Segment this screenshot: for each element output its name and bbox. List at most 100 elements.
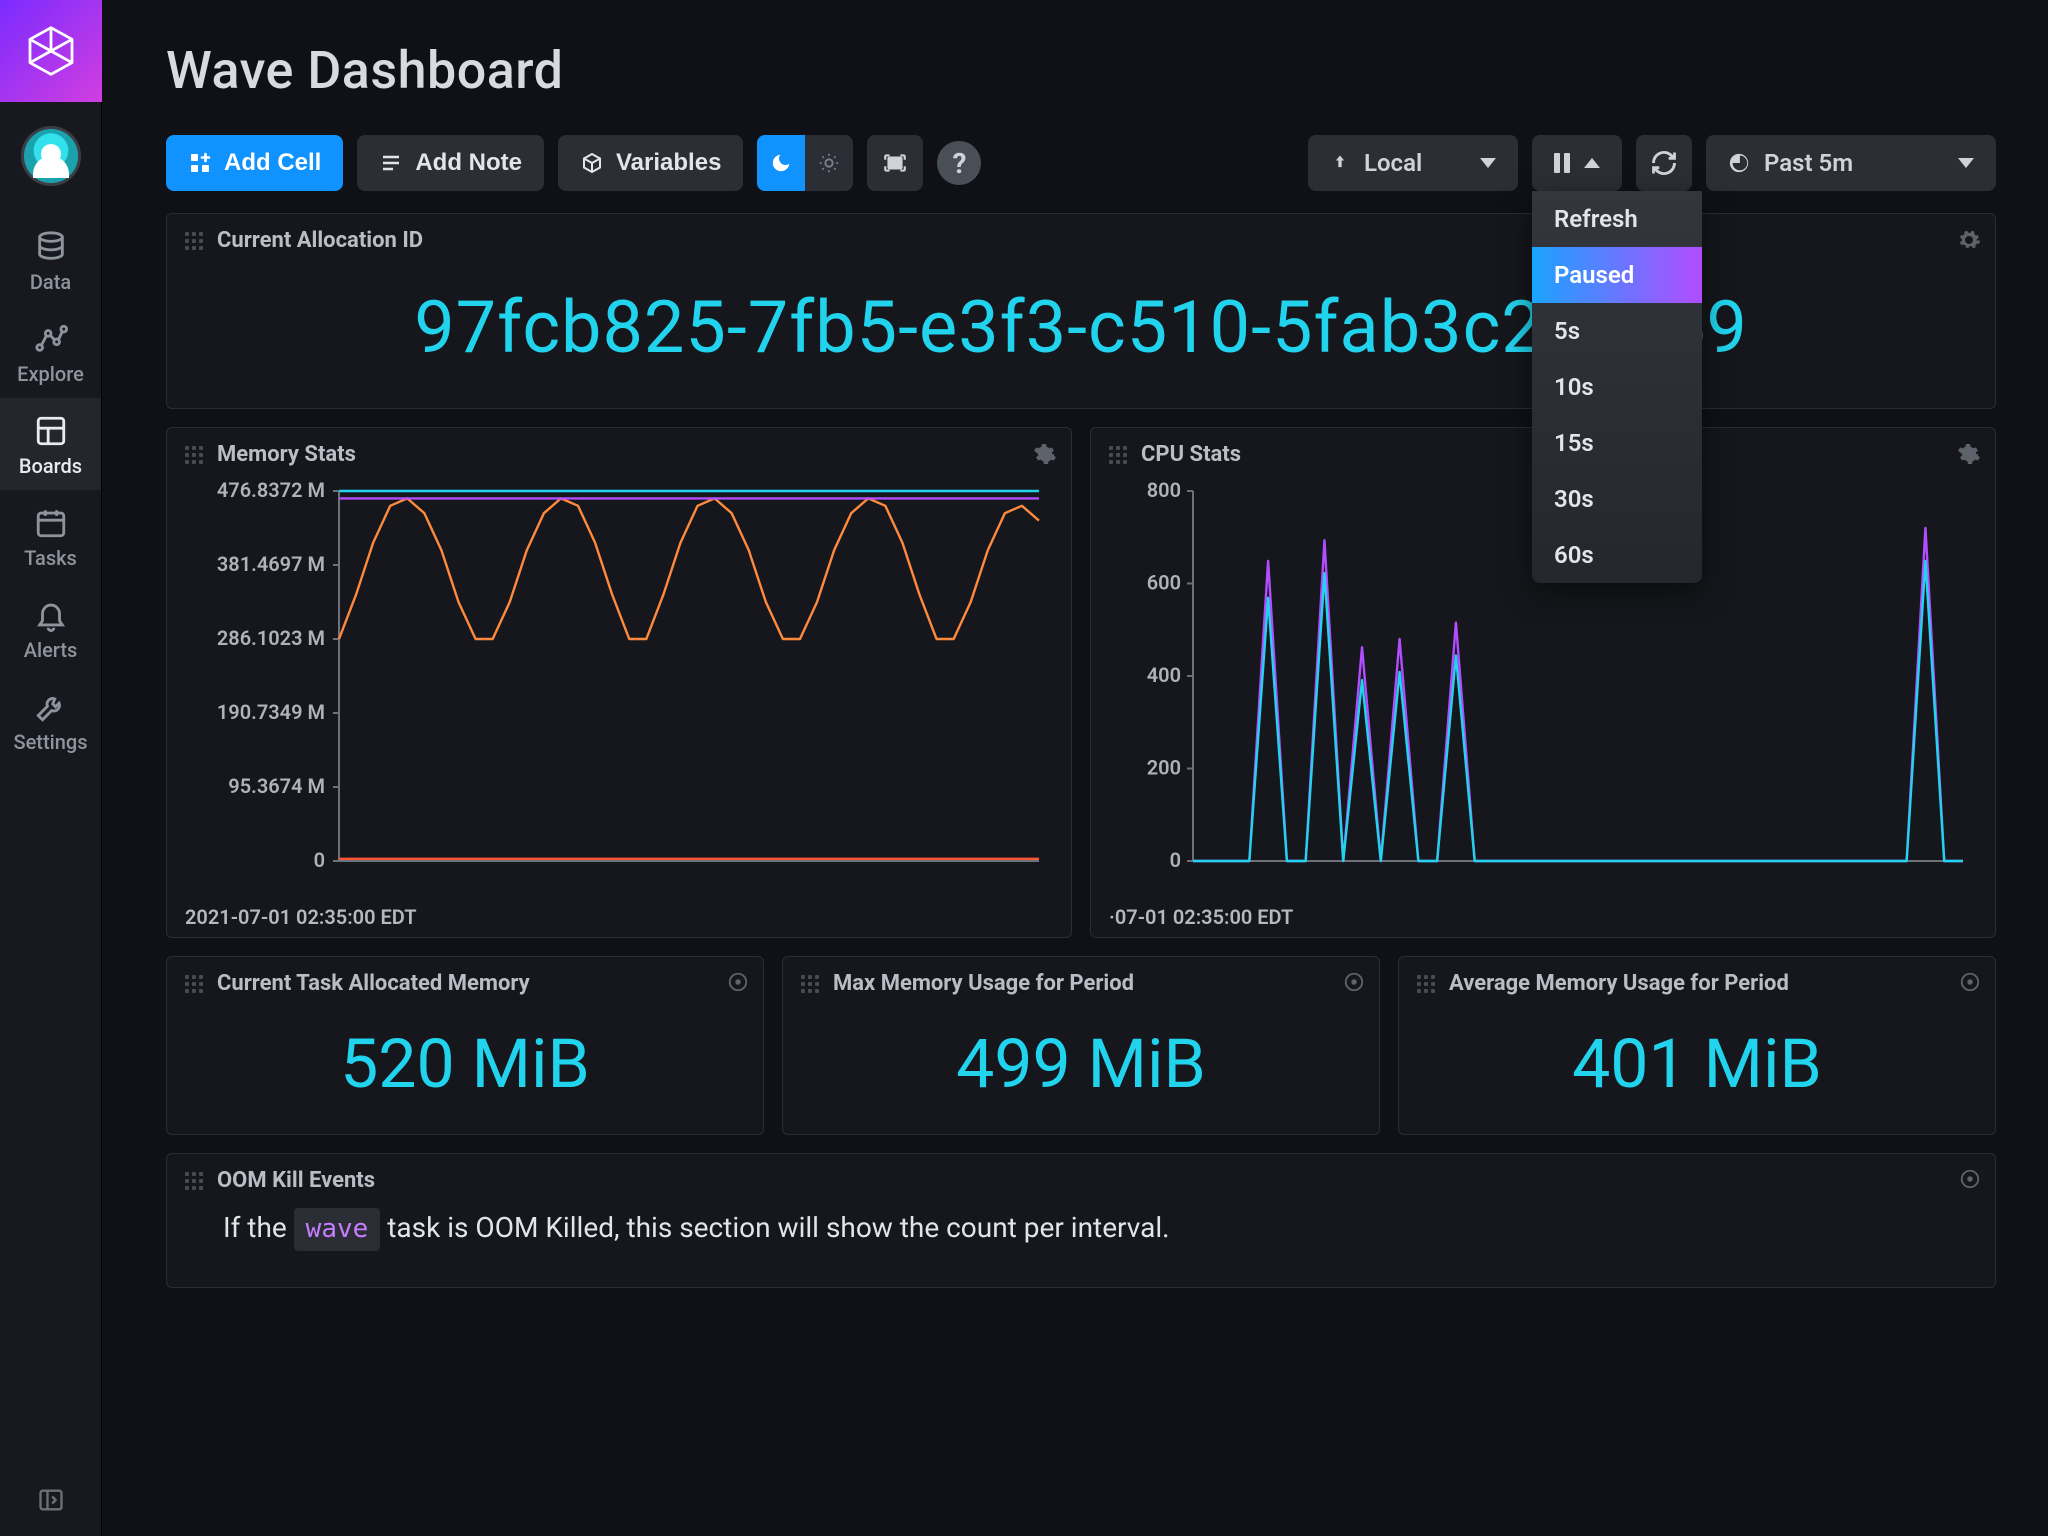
svg-text:200: 200 xyxy=(1147,756,1181,780)
app-logo[interactable] xyxy=(0,0,102,102)
refresh-interval-select[interactable] xyxy=(1532,135,1622,191)
select-label: Past 5m xyxy=(1764,149,1853,177)
theme-light-button[interactable] xyxy=(805,135,853,191)
sidebar-item-alerts[interactable]: Alerts xyxy=(0,582,101,674)
button-label: Add Note xyxy=(415,149,522,177)
panel-title: Current Allocation ID xyxy=(217,228,423,253)
oom-note-body: If the wave task is OOM Killed, this sec… xyxy=(167,1207,1995,1287)
moon-icon xyxy=(770,152,792,174)
upload-icon xyxy=(1330,153,1350,173)
panel-settings-button[interactable] xyxy=(1959,1168,1981,1194)
add-note-button[interactable]: Add Note xyxy=(357,135,544,191)
theme-toggle xyxy=(757,135,853,191)
sidebar-item-label: Explore xyxy=(17,362,84,386)
gear-icon xyxy=(1959,971,1981,993)
graph-icon xyxy=(34,322,68,356)
time-range-select[interactable]: Past 5m xyxy=(1706,135,1996,191)
drag-handle-icon[interactable] xyxy=(801,975,819,993)
dropdown-item-10s[interactable]: 10s xyxy=(1532,359,1702,415)
drag-handle-icon[interactable] xyxy=(185,975,203,993)
variables-button[interactable]: Variables xyxy=(558,135,743,191)
panel-settings-button[interactable] xyxy=(727,971,749,997)
help-button[interactable]: ? xyxy=(937,141,981,185)
sidebar-item-label: Tasks xyxy=(24,546,77,570)
dropdown-item-30s[interactable]: 30s xyxy=(1532,471,1702,527)
sidebar: Data Explore Boards Tasks xyxy=(0,0,102,1536)
chevron-up-icon xyxy=(1584,158,1600,168)
sidebar-item-explore[interactable]: Explore xyxy=(0,306,101,398)
add-cell-button[interactable]: Add Cell xyxy=(166,135,343,191)
panel-oom-events: OOM Kill Events If the wave task is OOM … xyxy=(166,1153,1996,1288)
sidebar-item-boards[interactable]: Boards xyxy=(0,398,101,490)
dropdown-item-60s[interactable]: 60s xyxy=(1532,527,1702,583)
button-label: Add Cell xyxy=(224,149,321,177)
panel-allocation-id: Current Allocation ID 97fcb825-7fb5-e3f3… xyxy=(166,213,1996,409)
sun-icon xyxy=(818,152,840,174)
panel-memory-stats: Memory Stats 095.3674 M190.7349 M286.102… xyxy=(166,427,1072,938)
drag-handle-icon[interactable] xyxy=(1109,446,1127,464)
note-text: If the xyxy=(223,1211,294,1244)
chevron-down-icon xyxy=(1480,158,1496,168)
panel-settings-button[interactable] xyxy=(1959,971,1981,997)
svg-text:0: 0 xyxy=(1170,848,1181,872)
sidebar-item-tasks[interactable]: Tasks xyxy=(0,490,101,582)
sidebar-item-label: Settings xyxy=(13,730,87,754)
button-label: Variables xyxy=(616,149,721,177)
dropdown-item-5s[interactable]: 5s xyxy=(1532,303,1702,359)
panel-settings-button[interactable] xyxy=(1957,442,1981,470)
gear-icon xyxy=(1957,442,1981,466)
stat-value: 520 MiB xyxy=(167,1010,763,1134)
drag-handle-icon[interactable] xyxy=(1417,975,1435,993)
panel-settings-button[interactable] xyxy=(1343,971,1365,997)
stat-value: 499 MiB xyxy=(783,1010,1379,1134)
drag-handle-icon[interactable] xyxy=(185,1172,203,1190)
sidebar-item-settings[interactable]: Settings xyxy=(0,674,101,766)
bell-icon xyxy=(34,598,68,632)
note-text: task is OOM Killed, this section will sh… xyxy=(387,1211,1169,1244)
note-icon xyxy=(379,151,403,175)
allocation-id-value: 97fcb825-7fb5-e3f3-c510-5fab3c2e9659 xyxy=(167,267,1995,408)
panel-title: Average Memory Usage for Period xyxy=(1449,971,1789,996)
panel-title: CPU Stats xyxy=(1141,442,1241,467)
memory-chart: 095.3674 M190.7349 M286.1023 M381.4697 M… xyxy=(167,481,1071,899)
panel-avg-mem: Average Memory Usage for Period 401 MiB xyxy=(1398,956,1996,1135)
presentation-icon xyxy=(882,150,908,176)
sidebar-collapse[interactable] xyxy=(0,1486,101,1514)
gear-icon xyxy=(1033,442,1057,466)
panel-max-mem: Max Memory Usage for Period 499 MiB xyxy=(782,956,1380,1135)
wrench-icon xyxy=(34,690,68,724)
sidebar-item-label: Alerts xyxy=(24,638,78,662)
sidebar-item-label: Data xyxy=(30,270,71,294)
refresh-now-button[interactable] xyxy=(1636,135,1692,191)
stat-value: 401 MiB xyxy=(1399,1010,1995,1134)
presentation-mode-button[interactable] xyxy=(867,135,923,191)
main: Wave Dashboard Add Cell Add Note Variabl… xyxy=(102,0,2048,1536)
drag-handle-icon[interactable] xyxy=(185,232,203,250)
drag-handle-icon[interactable] xyxy=(185,446,203,464)
panel-settings-button[interactable] xyxy=(1957,228,1981,256)
clock-icon xyxy=(1728,152,1750,174)
panel-settings-button[interactable] xyxy=(1033,442,1057,470)
sidebar-item-label: Boards xyxy=(19,454,82,478)
gear-icon xyxy=(1959,1168,1981,1190)
source-select[interactable]: Local xyxy=(1308,135,1518,191)
dropdown-item-paused[interactable]: Paused xyxy=(1532,247,1702,303)
gear-icon xyxy=(1343,971,1365,993)
panel-title: Max Memory Usage for Period xyxy=(833,971,1134,996)
help-icon: ? xyxy=(952,147,966,180)
dashboard-icon xyxy=(34,414,68,448)
dropdown-item-refresh[interactable]: Refresh xyxy=(1532,191,1702,247)
avatar[interactable] xyxy=(21,126,81,186)
panel-title: Memory Stats xyxy=(217,442,356,467)
refresh-interval-dropdown: Refresh Paused 5s 10s 15s 30s 60s xyxy=(1532,191,1702,583)
gear-icon xyxy=(727,971,749,993)
dropdown-item-15s[interactable]: 15s xyxy=(1532,415,1702,471)
database-icon xyxy=(34,230,68,264)
gear-icon xyxy=(1957,228,1981,252)
svg-text:0: 0 xyxy=(314,848,325,872)
sidebar-item-data[interactable]: Data xyxy=(0,214,101,306)
refresh-icon xyxy=(1650,149,1678,177)
theme-dark-button[interactable] xyxy=(757,135,805,191)
pause-icon xyxy=(1554,153,1570,173)
page-title: Wave Dashboard xyxy=(166,40,1996,101)
